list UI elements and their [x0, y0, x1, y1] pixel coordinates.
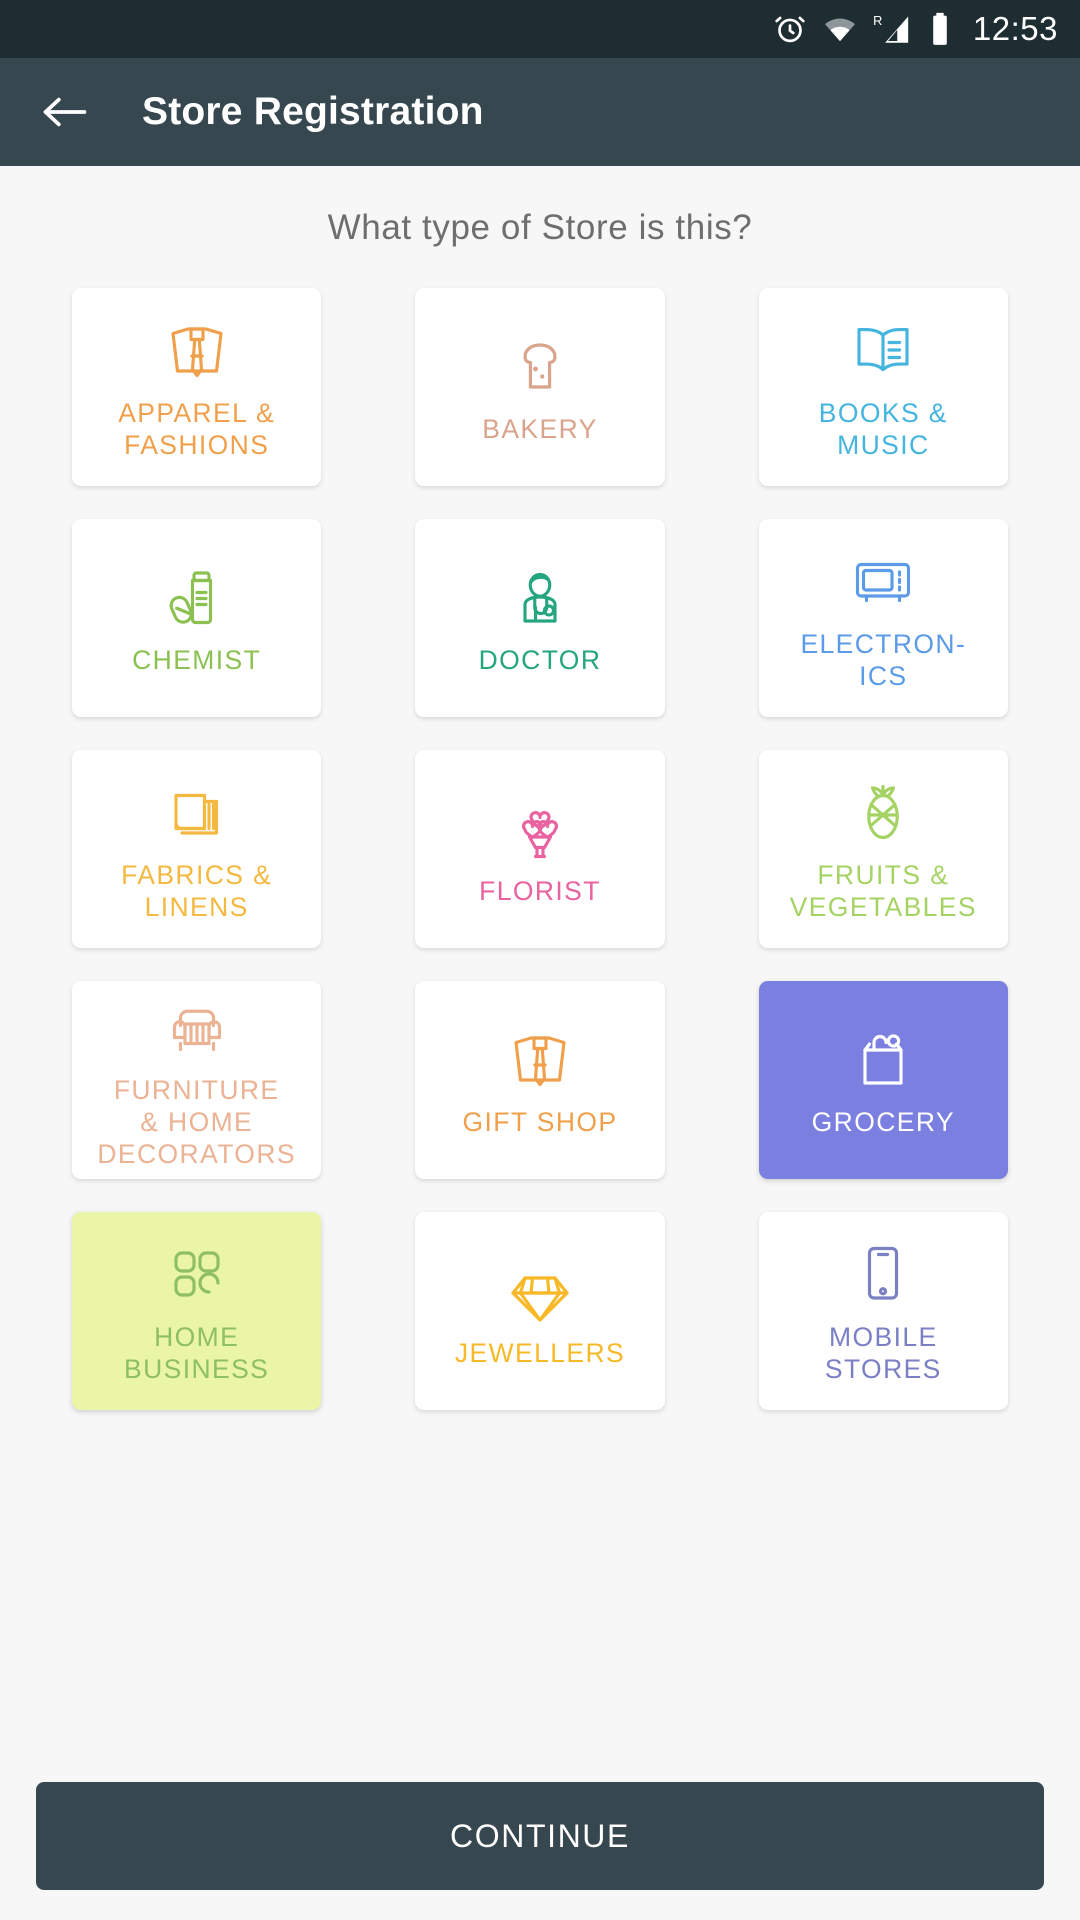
- smartphone-icon: [847, 1237, 919, 1311]
- category-label: DOCTOR: [478, 644, 602, 675]
- diamond-icon: [504, 1253, 576, 1327]
- category-label: BAKERY: [482, 413, 598, 444]
- category-card-fabrics-linens[interactable]: FABRICS & LINENS: [72, 750, 322, 948]
- category-label: CHEMIST: [132, 644, 262, 675]
- category-label: FLORIST: [479, 875, 601, 906]
- category-card-furniture-home-decorators[interactable]: FURNITURE & HOME DECORATORS: [72, 981, 322, 1179]
- pineapple-icon: [847, 775, 919, 849]
- gift-bag-icon: [504, 1022, 576, 1096]
- category-card-grocery[interactable]: GROCERY: [758, 981, 1008, 1179]
- category-label: BOOKS & MUSIC: [818, 397, 948, 460]
- content-area: What type of Store is this? APPAREL & FA…: [0, 166, 1080, 1920]
- battery-icon: [929, 12, 951, 46]
- svg-text:R: R: [873, 13, 882, 28]
- category-card-chemist[interactable]: CHEMIST: [72, 519, 322, 717]
- category-card-florist[interactable]: FLORIST: [415, 750, 665, 948]
- continue-button[interactable]: CONTINUE: [36, 1782, 1044, 1890]
- category-card-bakery[interactable]: BAKERY: [415, 288, 665, 486]
- status-bar-clock: 12:53: [972, 10, 1058, 47]
- doctor-stethoscope-icon: [504, 560, 576, 634]
- flower-bouquet-icon: [504, 791, 576, 865]
- status-bar: R 12:53: [0, 0, 1080, 58]
- open-book-icon: [847, 313, 919, 387]
- page-title: Store Registration: [142, 90, 484, 133]
- blocks-grid-icon: [161, 1237, 233, 1311]
- footer: CONTINUE: [0, 1782, 1080, 1890]
- category-card-fruits-vegetables[interactable]: FRUITS & VEGETABLES: [758, 750, 1008, 948]
- wifi-icon: [823, 14, 857, 44]
- question-text: What type of Store is this?: [327, 208, 753, 247]
- category-label: FRUITS & VEGETABLES: [789, 859, 977, 922]
- category-card-doctor[interactable]: DOCTOR: [415, 519, 665, 717]
- app-bar: Store Registration: [0, 58, 1080, 166]
- alarm-icon: [773, 12, 807, 46]
- signal-roaming-icon: R: [873, 12, 913, 46]
- category-card-apparel-fashions[interactable]: APPAREL & FASHIONS: [72, 288, 322, 486]
- category-label: GROCERY: [811, 1106, 955, 1137]
- category-label: FABRICS & LINENS: [121, 859, 273, 922]
- category-card-electronics[interactable]: ELECTRON- ICS: [758, 519, 1008, 717]
- bread-slice-icon: [504, 329, 576, 403]
- category-card-jewellers[interactable]: JEWELLERS: [415, 1212, 665, 1410]
- armchair-icon: [161, 990, 233, 1064]
- category-label: FURNITURE & HOME DECORATORS: [97, 1074, 296, 1170]
- category-card-books-music[interactable]: BOOKS & MUSIC: [758, 288, 1008, 486]
- medicine-bottle-pills-icon: [161, 560, 233, 634]
- category-label: MOBILE STORES: [824, 1321, 942, 1384]
- back-arrow-icon[interactable]: [42, 89, 88, 135]
- category-card-gift-shop[interactable]: GIFT SHOP: [415, 981, 665, 1179]
- category-grid: APPAREL & FASHIONS BAKERY BOOKS & MUSIC CHE…: [36, 288, 1044, 1410]
- category-label: ELECTRON- ICS: [800, 628, 967, 691]
- shirt-tie-icon: [161, 313, 233, 387]
- category-label: HOME BUSINESS: [124, 1321, 270, 1384]
- folded-cloth-icon: [161, 775, 233, 849]
- category-label: APPAREL & FASHIONS: [118, 397, 276, 460]
- category-card-home-business[interactable]: HOME BUSINESS: [72, 1212, 322, 1410]
- category-label: JEWELLERS: [454, 1337, 626, 1368]
- microwave-icon: [847, 544, 919, 618]
- grocery-bag-icon: [847, 1022, 919, 1096]
- category-card-mobile-stores[interactable]: MOBILE STORES: [758, 1212, 1008, 1410]
- category-label: GIFT SHOP: [462, 1106, 618, 1137]
